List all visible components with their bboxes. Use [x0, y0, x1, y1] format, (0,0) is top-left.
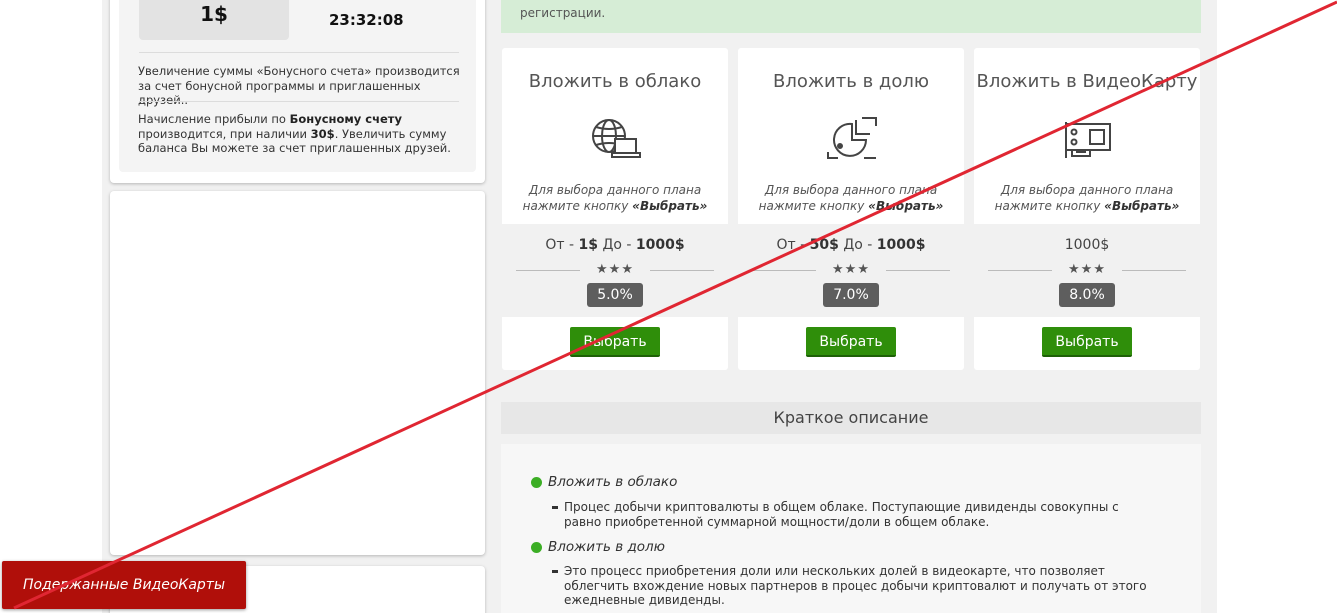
divider	[139, 101, 459, 102]
bonus-timer: 23:32:08	[329, 11, 404, 29]
bonus-amount-box: 1$	[139, 0, 289, 40]
divider	[1122, 270, 1186, 271]
bonus-card: 1$ 23:32:08 Увеличение суммы «Бонусного …	[110, 0, 485, 183]
dash-icon	[552, 570, 558, 573]
brief-body: Вложить в облако Процес добычи криптовал…	[501, 444, 1201, 613]
graphics-card-icon	[1065, 122, 1111, 158]
bonus-accrual-text: Начисление прибыли по Бонусному счету пр…	[138, 112, 451, 155]
notice-banner: регистрации.	[501, 0, 1201, 33]
select-plan-button[interactable]: Выбрать	[1042, 327, 1132, 357]
plan-rate-badge: 5.0%	[587, 283, 643, 307]
globe-laptop-icon	[592, 119, 641, 158]
pie-share-icon	[827, 117, 877, 159]
bullet-icon	[531, 542, 542, 553]
select-plan-button[interactable]: Выбрать	[570, 327, 660, 357]
used-videocards-button[interactable]: Подержанные ВидеоКарты	[2, 561, 246, 609]
plan-rate-badge: 8.0%	[1059, 283, 1115, 307]
plan-hint: Для выбора данного плана нажмите кнопку …	[522, 183, 708, 213]
plan-card-share: Вложить в долю Для выбора данного плана …	[738, 48, 964, 370]
plan-title: Вложить в ВидеоКарту	[976, 71, 1198, 92]
notice-text: регистрации.	[520, 6, 606, 20]
brief-item-title: Вложить в облако	[531, 474, 677, 490]
plan-range: 1000$	[1064, 237, 1110, 253]
plan-hint: Для выбора данного плана нажмите кнопку …	[758, 183, 944, 213]
plan-range: От - 1$ До - 1000$	[545, 237, 685, 253]
bonus-panel: 1$ 23:32:08 Увеличение суммы «Бонусного …	[119, 0, 476, 172]
bullet-icon	[531, 477, 542, 488]
brief-item-text: Это процесс приобретения доли или нескол…	[552, 564, 1154, 608]
divider	[886, 270, 950, 271]
divider	[139, 52, 459, 53]
plan-title: Вложить в облако	[528, 71, 702, 92]
plan-title: Вложить в долю	[772, 71, 930, 92]
plan-range: От - 50$ До - 1000$	[776, 237, 926, 253]
plan-hint: Для выбора данного плана нажмите кнопку …	[994, 183, 1180, 213]
select-plan-button[interactable]: Выбрать	[806, 327, 896, 357]
page: 1$ 23:32:08 Увеличение суммы «Бонусного …	[0, 0, 1337, 613]
empty-card	[110, 191, 485, 555]
plan-card-cloud: Вложить в облако Для выбора данного план…	[502, 48, 728, 370]
brief-item-text: Процес добычи криптовалюты в общем облак…	[552, 500, 1154, 529]
dash-icon	[552, 506, 558, 509]
bonus-amount: 1$	[200, 2, 228, 26]
divider	[650, 270, 714, 271]
plan-details: От - 50$ До - 1000$ ★★★ 7.0%	[738, 224, 964, 317]
plan-details: От - 1$ До - 1000$ ★★★ 5.0%	[502, 224, 728, 317]
brief-heading: Краткое описание	[501, 402, 1201, 434]
brief-item-title: Вложить в долю	[531, 539, 665, 555]
plan-rate-badge: 7.0%	[823, 283, 879, 307]
plan-card-videocard: Вложить в ВидеоКарту Для выбора данного …	[974, 48, 1200, 370]
plan-details: 1000$ ★★★ 8.0%	[974, 224, 1200, 317]
